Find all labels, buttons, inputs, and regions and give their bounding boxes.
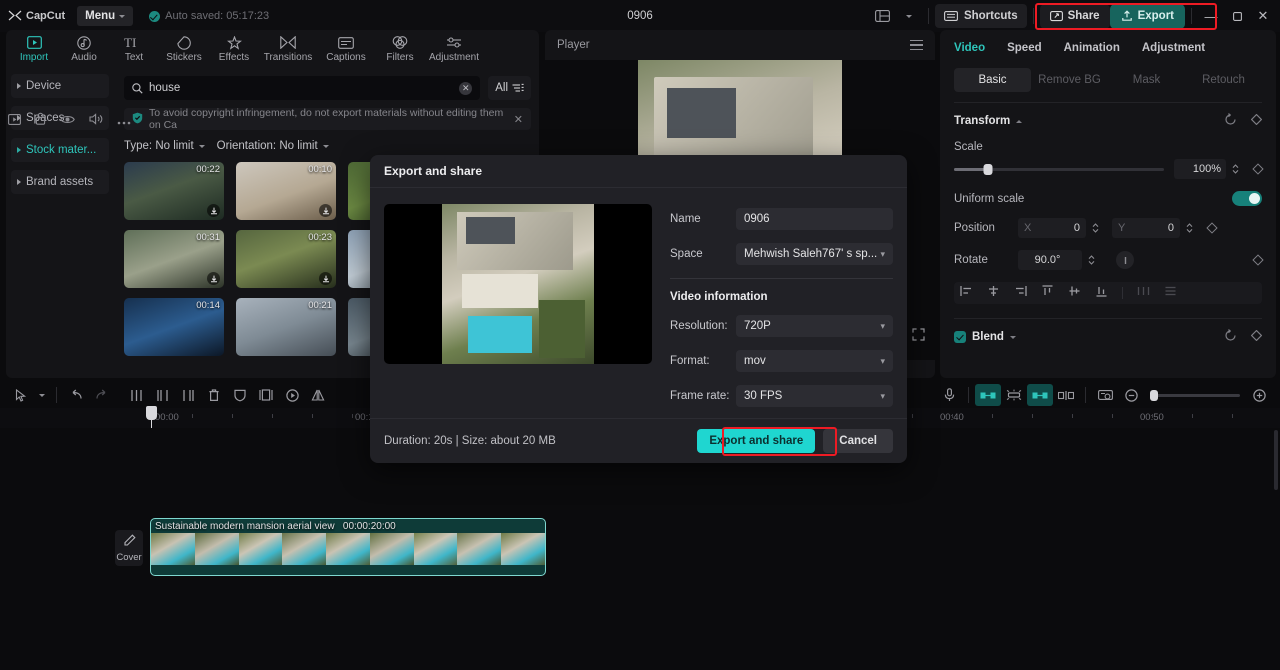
divider: [670, 278, 893, 279]
chevron-down-icon: ▾: [880, 249, 885, 260]
resolution-label: Resolution:: [670, 320, 736, 332]
video-information-label: Video information: [670, 291, 893, 303]
framerate-select[interactable]: 30 FPS ▾: [736, 385, 893, 407]
framerate-row: Frame rate: 30 FPS ▾: [670, 385, 893, 407]
capcut-editor-window: CapCut Menu Auto saved: 05:17:23 0906 Sh…: [0, 0, 1280, 670]
space-value: Mehwish Saleh767' s sp...: [744, 248, 877, 260]
clip-duration: 00:00:20:00: [343, 521, 396, 532]
chevron-down-icon: ▾: [880, 321, 885, 332]
format-select[interactable]: mov ▾: [736, 350, 893, 372]
space-select[interactable]: Mehwish Saleh767' s sp... ▾: [736, 243, 893, 265]
name-input[interactable]: 0906: [736, 208, 893, 230]
export-and-share-button[interactable]: Export and share: [697, 429, 815, 453]
name-label: Name: [670, 213, 736, 225]
clip-name-duration: Sustainable modern mansion aerial view 0…: [155, 521, 396, 532]
duration-size-info: Duration: 20s | Size: about 20 MB: [384, 435, 556, 447]
export-form: Name 0906 Space Mehwish Saleh767' s sp..…: [670, 204, 893, 420]
space-label: Space: [670, 248, 736, 260]
format-label: Format:: [670, 355, 736, 367]
clip-name: Sustainable modern mansion aerial view: [155, 521, 335, 532]
cancel-button[interactable]: Cancel: [823, 429, 893, 453]
chevron-down-icon: ▾: [880, 391, 885, 402]
dialog-title: Export and share: [370, 155, 907, 188]
dialog-body: Name 0906 Space Mehwish Saleh767' s sp..…: [370, 188, 907, 420]
resolution-select[interactable]: 720P ▾: [736, 315, 893, 337]
framerate-value: 30 FPS: [744, 390, 782, 402]
format-value: mov: [744, 355, 766, 367]
dialog-footer: Duration: 20s | Size: about 20 MB Export…: [370, 418, 907, 463]
resolution-value: 720P: [744, 320, 771, 332]
name-row: Name 0906: [670, 208, 893, 230]
format-row: Format: mov ▾: [670, 350, 893, 372]
export-preview: [384, 204, 652, 364]
dialog-buttons: Export and share Cancel: [697, 429, 893, 453]
export-preview-frame: [442, 204, 594, 364]
framerate-label: Frame rate:: [670, 390, 736, 402]
resolution-row: Resolution: 720P ▾: [670, 315, 893, 337]
chevron-down-icon: ▾: [880, 356, 885, 367]
export-and-share-dialog: Export and share Name 0906: [370, 155, 907, 463]
space-row: Space Mehwish Saleh767' s sp... ▾: [670, 243, 893, 265]
modal-overlay: Export and share Name 0906: [0, 0, 1280, 670]
